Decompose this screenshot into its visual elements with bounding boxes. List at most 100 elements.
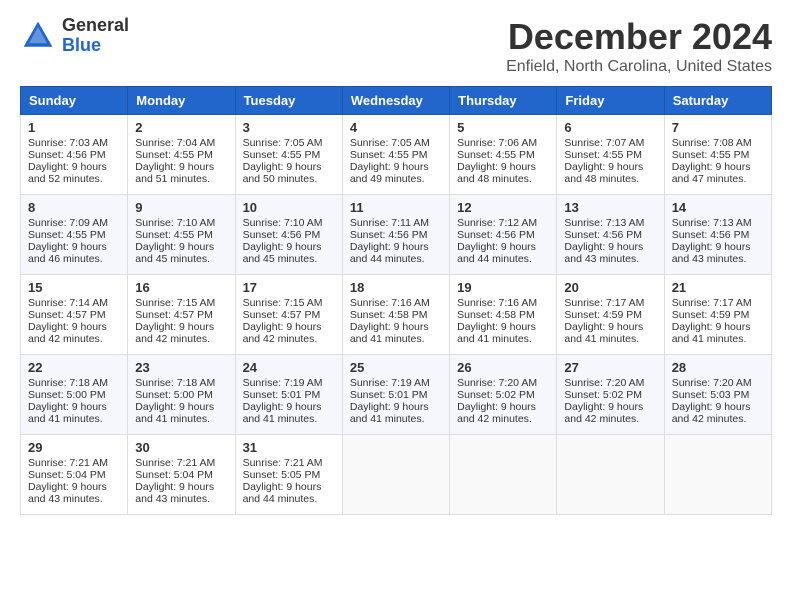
sunrise: Sunrise: 7:20 AM [457,377,537,389]
day-cell [342,435,449,515]
day-number: 10 [243,200,335,215]
day-cell: 2Sunrise: 7:04 AMSunset: 4:55 PMDaylight… [128,115,235,195]
day-number: 15 [28,280,120,295]
sunset: Sunset: 4:56 PM [672,229,750,241]
sunrise: Sunrise: 7:17 AM [672,297,752,309]
sunrise: Sunrise: 7:05 AM [350,137,430,149]
col-header-friday: Friday [557,87,664,115]
day-number: 12 [457,200,549,215]
logo-blue: Blue [62,36,129,56]
day-cell: 25Sunrise: 7:19 AMSunset: 5:01 PMDayligh… [342,355,449,435]
daylight: Daylight: 9 hours and 41 minutes. [243,401,322,425]
day-cell: 16Sunrise: 7:15 AMSunset: 4:57 PMDayligh… [128,275,235,355]
day-number: 20 [564,280,656,295]
daylight: Daylight: 9 hours and 41 minutes. [28,401,107,425]
day-number: 22 [28,360,120,375]
daylight: Daylight: 9 hours and 50 minutes. [243,161,322,185]
col-header-wednesday: Wednesday [342,87,449,115]
sunset: Sunset: 4:56 PM [350,229,428,241]
day-number: 27 [564,360,656,375]
sunset: Sunset: 5:05 PM [243,469,321,481]
sunrise: Sunrise: 7:16 AM [457,297,537,309]
sunrise: Sunrise: 7:19 AM [243,377,323,389]
sunset: Sunset: 5:00 PM [135,389,213,401]
daylight: Daylight: 9 hours and 41 minutes. [672,321,751,345]
sunrise: Sunrise: 7:20 AM [672,377,752,389]
sunrise: Sunrise: 7:05 AM [243,137,323,149]
day-number: 24 [243,360,335,375]
daylight: Daylight: 9 hours and 42 minutes. [135,321,214,345]
sunset: Sunset: 4:56 PM [564,229,642,241]
sunset: Sunset: 4:56 PM [28,149,106,161]
sunset: Sunset: 4:55 PM [672,149,750,161]
day-number: 5 [457,120,549,135]
title-area: December 2024 Enfield, North Carolina, U… [506,16,772,76]
sunset: Sunset: 4:57 PM [135,309,213,321]
daylight: Daylight: 9 hours and 42 minutes. [28,321,107,345]
daylight: Daylight: 9 hours and 48 minutes. [564,161,643,185]
sunset: Sunset: 5:04 PM [28,469,106,481]
day-number: 4 [350,120,442,135]
day-number: 2 [135,120,227,135]
sunrise: Sunrise: 7:13 AM [672,217,752,229]
sunset: Sunset: 4:56 PM [243,229,321,241]
sunset: Sunset: 4:58 PM [457,309,535,321]
day-number: 16 [135,280,227,295]
sunset: Sunset: 5:01 PM [243,389,321,401]
day-number: 11 [350,200,442,215]
daylight: Daylight: 9 hours and 43 minutes. [28,481,107,505]
daylight: Daylight: 9 hours and 42 minutes. [564,401,643,425]
sunset: Sunset: 4:59 PM [672,309,750,321]
sunrise: Sunrise: 7:07 AM [564,137,644,149]
sunrise: Sunrise: 7:13 AM [564,217,644,229]
sunset: Sunset: 4:55 PM [28,229,106,241]
day-number: 30 [135,440,227,455]
day-number: 9 [135,200,227,215]
day-number: 25 [350,360,442,375]
sunset: Sunset: 5:02 PM [457,389,535,401]
daylight: Daylight: 9 hours and 45 minutes. [135,241,214,265]
daylight: Daylight: 9 hours and 42 minutes. [672,401,751,425]
sunset: Sunset: 5:01 PM [350,389,428,401]
sunrise: Sunrise: 7:03 AM [28,137,108,149]
day-cell: 29Sunrise: 7:21 AMSunset: 5:04 PMDayligh… [21,435,128,515]
sunrise: Sunrise: 7:21 AM [28,457,108,469]
day-cell: 6Sunrise: 7:07 AMSunset: 4:55 PMDaylight… [557,115,664,195]
daylight: Daylight: 9 hours and 44 minutes. [350,241,429,265]
day-number: 1 [28,120,120,135]
day-number: 14 [672,200,764,215]
daylight: Daylight: 9 hours and 43 minutes. [564,241,643,265]
daylight: Daylight: 9 hours and 43 minutes. [135,481,214,505]
day-cell: 10Sunrise: 7:10 AMSunset: 4:56 PMDayligh… [235,195,342,275]
day-cell: 12Sunrise: 7:12 AMSunset: 4:56 PMDayligh… [450,195,557,275]
sunrise: Sunrise: 7:21 AM [243,457,323,469]
daylight: Daylight: 9 hours and 41 minutes. [135,401,214,425]
daylight: Daylight: 9 hours and 41 minutes. [350,321,429,345]
sunrise: Sunrise: 7:06 AM [457,137,537,149]
sunset: Sunset: 4:55 PM [564,149,642,161]
sunset: Sunset: 5:03 PM [672,389,750,401]
daylight: Daylight: 9 hours and 52 minutes. [28,161,107,185]
daylight: Daylight: 9 hours and 51 minutes. [135,161,214,185]
sunset: Sunset: 4:58 PM [350,309,428,321]
logo-icon [20,18,56,54]
day-cell: 17Sunrise: 7:15 AMSunset: 4:57 PMDayligh… [235,275,342,355]
header: General Blue December 2024 Enfield, Nort… [20,16,772,76]
daylight: Daylight: 9 hours and 43 minutes. [672,241,751,265]
day-number: 7 [672,120,764,135]
day-cell [450,435,557,515]
sunrise: Sunrise: 7:18 AM [135,377,215,389]
sunrise: Sunrise: 7:10 AM [135,217,215,229]
col-header-saturday: Saturday [664,87,771,115]
day-number: 21 [672,280,764,295]
day-cell: 28Sunrise: 7:20 AMSunset: 5:03 PMDayligh… [664,355,771,435]
calendar-table: SundayMondayTuesdayWednesdayThursdayFrid… [20,86,772,515]
col-header-sunday: Sunday [21,87,128,115]
sunset: Sunset: 5:04 PM [135,469,213,481]
daylight: Daylight: 9 hours and 42 minutes. [243,321,322,345]
day-cell: 24 Sunrise: 7:19 AMSunset: 5:01 PMDayligh… [235,355,342,435]
day-number: 3 [243,120,335,135]
location-title: Enfield, North Carolina, United States [506,58,772,76]
sunrise: Sunrise: 7:11 AM [350,217,429,229]
logo-text: General Blue [62,16,129,56]
